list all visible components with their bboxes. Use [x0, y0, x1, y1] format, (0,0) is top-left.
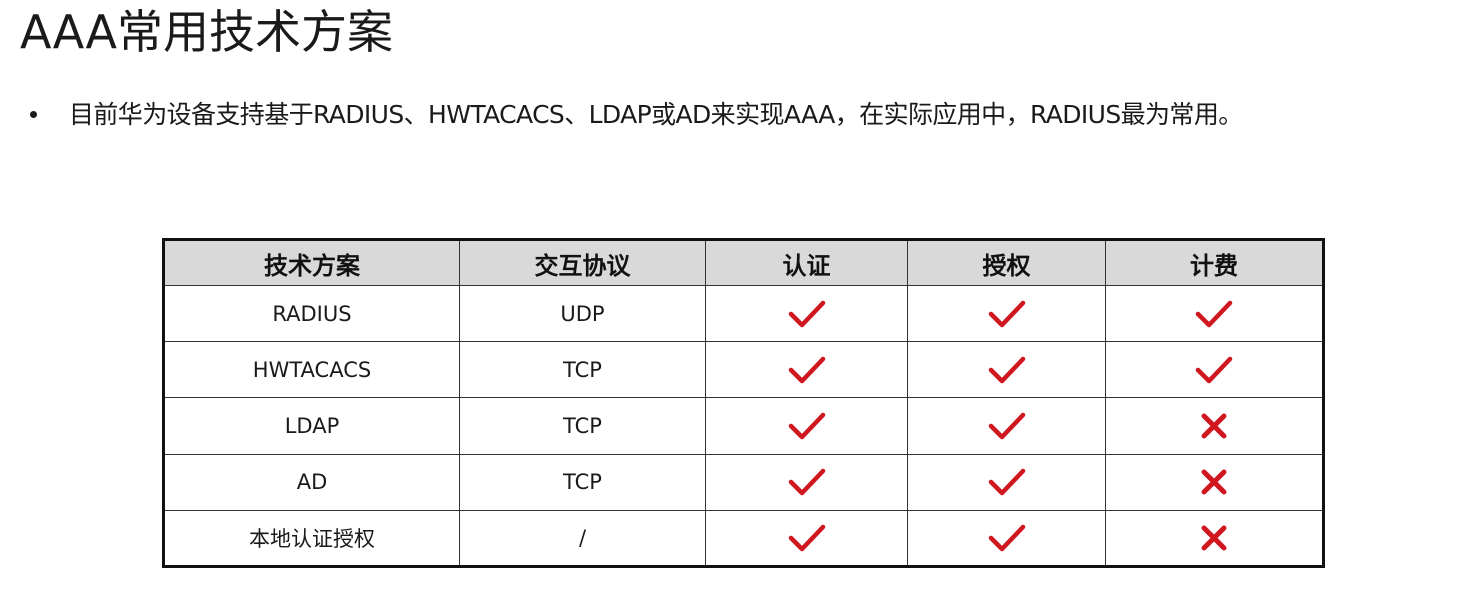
header-authentication: 认证	[705, 239, 908, 286]
table-row: LDAP TCP	[163, 397, 1324, 455]
table-body: RADIUS UDP HWTACACS TCP LDAP TCP AD TCP 本地认证授权 /	[163, 284, 1324, 568]
check-icon	[788, 355, 826, 385]
header-accounting: 计费	[1105, 239, 1324, 286]
bullet-item: 目前华为设备支持基于RADIUS、HWTACACS、LDAP或AD来实现AAA，…	[30, 93, 1243, 133]
cell-protocol: TCP	[459, 341, 706, 399]
cell-accounting	[1105, 284, 1324, 343]
check-icon	[788, 467, 826, 497]
cell-protocol: /	[459, 509, 706, 568]
bullet-dot-icon	[30, 110, 37, 118]
cell-scheme: AD	[163, 453, 460, 511]
bullet-text: 目前华为设备支持基于RADIUS、HWTACACS、LDAP或AD来实现AAA，…	[69, 100, 1243, 129]
check-icon	[1195, 299, 1233, 329]
table-row: AD TCP	[163, 453, 1324, 511]
cell-authorization	[907, 397, 1106, 455]
cell-scheme: LDAP	[163, 397, 460, 455]
check-icon	[988, 299, 1026, 329]
cell-scheme: RADIUS	[163, 284, 460, 343]
cell-scheme: 本地认证授权	[163, 509, 460, 568]
page-title: AAA常用技术方案	[20, 5, 393, 59]
cell-authorization	[907, 341, 1106, 399]
table-header-row: 技术方案 交互协议 认证 授权 计费	[163, 239, 1324, 286]
cell-authentication	[705, 509, 908, 568]
cell-authentication	[705, 284, 908, 343]
cell-accounting	[1105, 341, 1324, 399]
table-row: RADIUS UDP	[163, 284, 1324, 343]
cell-accounting	[1105, 397, 1324, 455]
check-icon	[988, 411, 1026, 441]
cell-authorization	[907, 284, 1106, 343]
check-icon	[788, 523, 826, 553]
cell-authentication	[705, 397, 908, 455]
cell-authorization	[907, 453, 1106, 511]
check-icon	[988, 467, 1026, 497]
aaa-tech-table: 技术方案 交互协议 认证 授权 计费 RADIUS UDP HWTACACS TCP L…	[162, 238, 1325, 568]
check-icon	[1195, 355, 1233, 385]
cross-icon	[1200, 524, 1228, 552]
cell-protocol: TCP	[459, 397, 706, 455]
cross-icon	[1200, 468, 1228, 496]
table-row: 本地认证授权 /	[163, 509, 1324, 568]
header-scheme: 技术方案	[163, 239, 460, 286]
check-icon	[988, 523, 1026, 553]
cell-protocol: UDP	[459, 284, 706, 343]
cross-icon	[1200, 412, 1228, 440]
check-icon	[988, 355, 1026, 385]
header-authorization: 授权	[907, 239, 1106, 286]
cell-accounting	[1105, 509, 1324, 568]
cell-authentication	[705, 341, 908, 399]
cell-accounting	[1105, 453, 1324, 511]
cell-protocol: TCP	[459, 453, 706, 511]
header-protocol: 交互协议	[459, 239, 706, 286]
cell-scheme: HWTACACS	[163, 341, 460, 399]
cell-authentication	[705, 453, 908, 511]
check-icon	[788, 411, 826, 441]
check-icon	[788, 299, 826, 329]
cell-authorization	[907, 509, 1106, 568]
table-row: HWTACACS TCP	[163, 341, 1324, 399]
